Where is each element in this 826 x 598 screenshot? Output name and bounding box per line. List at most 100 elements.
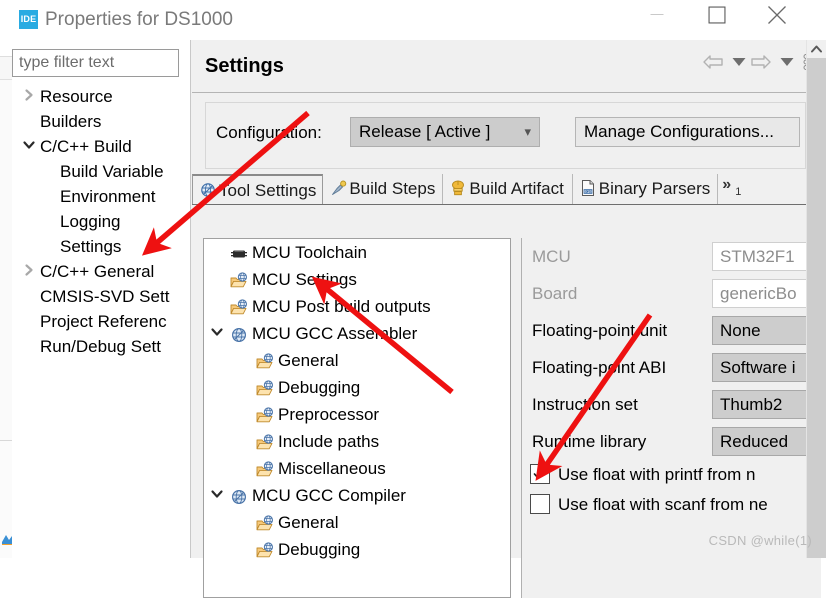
- mcu-tree-item-label: MCU Toolchain: [252, 243, 367, 262]
- chip-icon: [230, 244, 248, 262]
- sidebar-item-cmsis-svd-sett[interactable]: CMSIS-SVD Sett: [12, 284, 190, 309]
- mcu-tree-item-mcu-toolchain[interactable]: MCU Toolchain: [204, 239, 510, 266]
- field-select[interactable]: None: [712, 316, 821, 345]
- mcu-tree-item-debugging[interactable]: Debugging: [204, 374, 510, 401]
- sidebar-item-c-c-build[interactable]: C/C++ Build: [12, 134, 190, 159]
- globe-icon: [230, 487, 248, 505]
- checkbox-label: Use float with scanf from ne: [558, 495, 768, 514]
- mcu-tree-item-mcu-gcc-assembler[interactable]: MCU GCC Assembler: [204, 320, 510, 347]
- checkbox-row[interactable]: Use float with printf from n: [522, 460, 821, 490]
- chevron-down-icon[interactable]: [22, 134, 36, 159]
- forward-dropdown-icon[interactable]: [778, 48, 796, 76]
- sidebar-item-label: Builders: [40, 112, 102, 131]
- chevron-double-right-icon: »: [722, 176, 732, 193]
- mcu-tree-item-label: General: [278, 351, 339, 370]
- maximize-button[interactable]: [694, 0, 740, 30]
- mcu-tree-item-miscellaneous[interactable]: Miscellaneous: [204, 455, 510, 482]
- chevron-right-icon[interactable]: [22, 84, 36, 109]
- tab-tool-settings[interactable]: Tool Settings: [192, 174, 324, 204]
- mcu-tree-item-mcu-settings[interactable]: MCU Settings: [204, 266, 510, 293]
- sidebar-item-logging[interactable]: Logging: [12, 209, 190, 234]
- configuration-label: Configuration:: [216, 123, 322, 142]
- mcu-tree-item-label: Miscellaneous: [278, 459, 386, 478]
- chevron-right-icon[interactable]: [22, 259, 36, 284]
- checkbox-unchecked-icon[interactable]: [530, 494, 550, 514]
- sidebar-item-label: Build Variable: [60, 162, 164, 181]
- mcu-tree-item-general[interactable]: General: [204, 347, 510, 374]
- mcu-options-tree[interactable]: MCU Toolchain MCU Settings MCU Post build …: [203, 238, 511, 598]
- mcu-tree-item-include-paths[interactable]: Include paths: [204, 428, 510, 455]
- checkbox-row[interactable]: Use float with scanf from ne: [522, 490, 821, 520]
- sidebar-item-c-c-general[interactable]: C/C++ General: [12, 259, 190, 284]
- tab-label: Tool Settings: [219, 181, 317, 200]
- checkbox-checked-icon[interactable]: [530, 464, 550, 484]
- mcu-tree-item-debugging[interactable]: Debugging: [204, 536, 510, 563]
- sidebar-item-label: Run/Debug Sett: [40, 337, 161, 356]
- field-row-runtime-library: Runtime library Reduced: [522, 423, 821, 460]
- filter-input[interactable]: type filter text: [12, 49, 179, 77]
- mcu-tree-item-mcu-gcc-compiler[interactable]: MCU GCC Compiler: [204, 482, 510, 509]
- tab-overflow-count: 1: [735, 186, 742, 198]
- minimize-button[interactable]: [634, 0, 680, 30]
- field-row-floating-point-unit: Floating-point unit None: [522, 312, 821, 349]
- field-row-mcu: MCU STM32F1: [522, 238, 821, 275]
- back-arrow-icon[interactable]: [702, 48, 724, 76]
- sidebar-item-run-debug-sett[interactable]: Run/Debug Sett: [12, 334, 190, 359]
- tab-label: Build Steps: [349, 179, 436, 198]
- chevron-down-icon[interactable]: [210, 482, 224, 509]
- tab-label: Binary Parsers: [598, 179, 711, 198]
- mcu-tree-item-label: Debugging: [278, 540, 361, 559]
- sidebar-item-label: Settings: [60, 237, 122, 256]
- folder-open-icon: [230, 271, 248, 289]
- mcu-tree-item-label: MCU GCC Assembler: [252, 324, 418, 343]
- tool-settings-icon: [199, 180, 217, 200]
- title-bar: IDE Properties for DS1000: [12, 0, 826, 38]
- mcu-tree-item-mcu-post-build-outputs[interactable]: MCU Post build outputs: [204, 293, 510, 320]
- tab-build-steps[interactable]: Build Steps: [323, 174, 444, 204]
- field-row-floating-point-abi: Floating-point ABI Software i: [522, 349, 821, 386]
- manage-configurations-button[interactable]: Manage Configurations...: [575, 117, 800, 147]
- back-dropdown-icon[interactable]: [730, 48, 748, 76]
- sidebar-item-environment[interactable]: Environment: [12, 184, 190, 209]
- field-label: MCU: [532, 247, 571, 266]
- sidebar-item-project-referenc[interactable]: Project Referenc: [12, 309, 190, 334]
- field-label: Floating-point ABI: [532, 358, 667, 377]
- build-artifact-icon: [449, 178, 467, 198]
- field-label: Floating-point unit: [532, 321, 668, 340]
- tab-binary-parsers[interactable]: 010 Binary Parsers: [573, 174, 719, 204]
- sidebar-item-label: C/C++ Build: [40, 137, 132, 156]
- configuration-select-value: Release [ Active ]: [359, 122, 491, 141]
- field-select[interactable]: Reduced: [712, 427, 821, 456]
- folder-open-icon: [256, 514, 274, 532]
- field-value-readonly: genericBo: [712, 279, 821, 308]
- svg-text:010: 010: [584, 190, 592, 195]
- chevron-down-icon: ▾: [524, 124, 531, 139]
- close-button[interactable]: [754, 0, 800, 30]
- configuration-select[interactable]: Release [ Active ] ▾: [350, 117, 540, 147]
- field-select[interactable]: Thumb2: [712, 390, 821, 419]
- properties-nav-tree[interactable]: Resource Builders C/C++ Build Build Variabl…: [12, 84, 190, 558]
- build-steps-icon: [329, 178, 347, 198]
- folder-open-icon: [256, 379, 274, 397]
- tool-tabs[interactable]: Tool Settings Build Steps Build Artifact 01…: [192, 174, 806, 204]
- field-select[interactable]: Software i: [712, 353, 821, 382]
- sidebar-item-label: Logging: [60, 212, 121, 231]
- folder-open-icon: [256, 433, 274, 451]
- scroll-up-icon[interactable]: [807, 40, 826, 58]
- tab-overflow-button[interactable]: » 1: [718, 174, 748, 204]
- sidebar-item-label: Project Referenc: [40, 312, 167, 331]
- sidebar-item-resource[interactable]: Resource: [12, 84, 190, 109]
- forward-arrow-icon[interactable]: [750, 48, 772, 76]
- tab-build-artifact[interactable]: Build Artifact: [443, 174, 573, 204]
- window-title: Properties for DS1000: [45, 9, 233, 30]
- scrollbar-thumb[interactable]: [807, 58, 826, 558]
- chevron-down-icon[interactable]: [210, 320, 224, 347]
- sidebar-item-settings[interactable]: Settings: [12, 234, 190, 259]
- sidebar-item-build-variable[interactable]: Build Variable: [12, 159, 190, 184]
- mcu-tree-item-preprocessor[interactable]: Preprocessor: [204, 401, 510, 428]
- vertical-scrollbar[interactable]: [806, 40, 826, 558]
- mcu-tree-item-general[interactable]: General: [204, 509, 510, 536]
- folder-open-icon: [256, 541, 274, 559]
- sidebar-item-builders[interactable]: Builders: [12, 109, 190, 134]
- field-value-readonly: STM32F1: [712, 242, 821, 271]
